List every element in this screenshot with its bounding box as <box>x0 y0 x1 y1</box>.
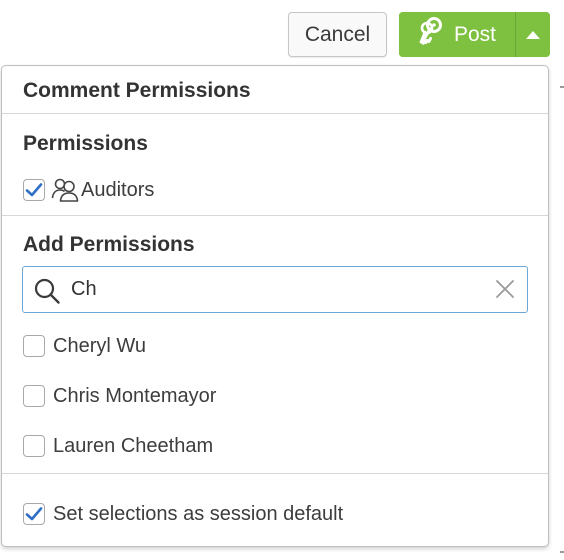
keys-icon <box>418 16 444 53</box>
result-item-lauren-cheetham[interactable]: Lauren Cheetham <box>23 433 213 459</box>
result-checkbox[interactable] <box>23 385 45 407</box>
group-icon <box>51 177 81 203</box>
screen: Cancel Post Comment Permissions Permissi… <box>0 0 564 560</box>
post-button-label: Post <box>453 22 497 46</box>
result-checkbox[interactable] <box>23 435 45 457</box>
background-edge <box>560 86 564 88</box>
divider <box>2 113 548 114</box>
result-item-cheryl-wu[interactable]: Cheryl Wu <box>23 333 146 359</box>
search-input[interactable] <box>71 273 471 305</box>
result-item-label: Lauren Cheetham <box>53 434 214 457</box>
checkmark-icon <box>25 507 43 521</box>
caret-up-icon <box>526 30 540 39</box>
result-item-chris-montemayor[interactable]: Chris Montemayor <box>23 383 216 409</box>
session-default-option[interactable]: Set selections as session default <box>23 501 343 527</box>
session-default-checkbox[interactable] <box>23 503 45 525</box>
search-field <box>22 266 528 313</box>
result-item-label: Chris Montemayor <box>53 384 217 407</box>
post-button-group: Post <box>399 12 550 57</box>
permission-item-label: Auditors <box>81 178 155 201</box>
permission-item-auditors[interactable]: Auditors <box>23 177 154 203</box>
cancel-button-label: Cancel <box>304 22 371 46</box>
permissions-heading: Permissions <box>23 132 148 155</box>
auditors-checkbox[interactable] <box>23 179 45 201</box>
result-item-label: Cheryl Wu <box>53 334 146 357</box>
add-permissions-heading: Add Permissions <box>23 233 195 256</box>
comment-permissions-panel: Comment Permissions Permissions Auditors… <box>1 65 549 547</box>
post-options-toggle[interactable] <box>516 12 550 57</box>
checkmark-icon <box>25 183 43 197</box>
cancel-button[interactable]: Cancel <box>288 12 387 57</box>
divider <box>2 473 548 474</box>
session-default-label: Set selections as session default <box>53 502 344 525</box>
panel-title: Comment Permissions <box>23 79 251 102</box>
divider <box>2 215 548 216</box>
background-edge <box>560 551 564 553</box>
clear-icon[interactable] <box>495 279 515 299</box>
post-button[interactable]: Post <box>399 12 515 57</box>
search-icon <box>34 278 60 304</box>
result-checkbox[interactable] <box>23 335 45 357</box>
